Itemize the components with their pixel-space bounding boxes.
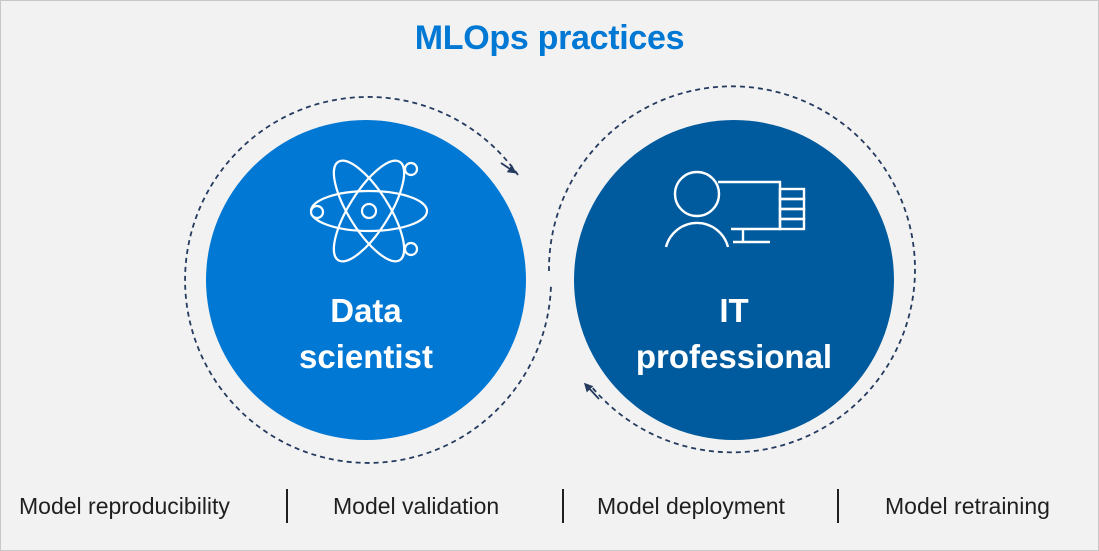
it-professional-label-line1: IT [719,292,749,329]
practice-divider [286,489,288,523]
data-scientist-circle [206,120,526,440]
mlops-cycle-diagram [184,85,916,464]
practice-divider [837,489,839,523]
practice-divider [562,489,564,523]
practices-bar: Model reproducibility Model validation M… [1,483,1098,533]
it-professional-circle [574,120,894,440]
data-scientist-label-line2: scientist [299,338,433,375]
data-scientist-label: Data scientist [206,288,526,380]
practice-model-deployment: Model deployment [597,493,785,519]
it-professional-label: IT professional [574,288,894,380]
diagram-frame: MLOps practices Data scientist IT profes… [0,0,1099,551]
data-scientist-label-line1: Data [330,292,402,329]
it-professional-label-line2: professional [635,338,833,375]
practice-model-validation: Model validation [333,493,500,519]
practice-model-retraining: Model retraining [885,493,1050,519]
practice-model-reproducibility: Model reproducibility [19,493,230,519]
